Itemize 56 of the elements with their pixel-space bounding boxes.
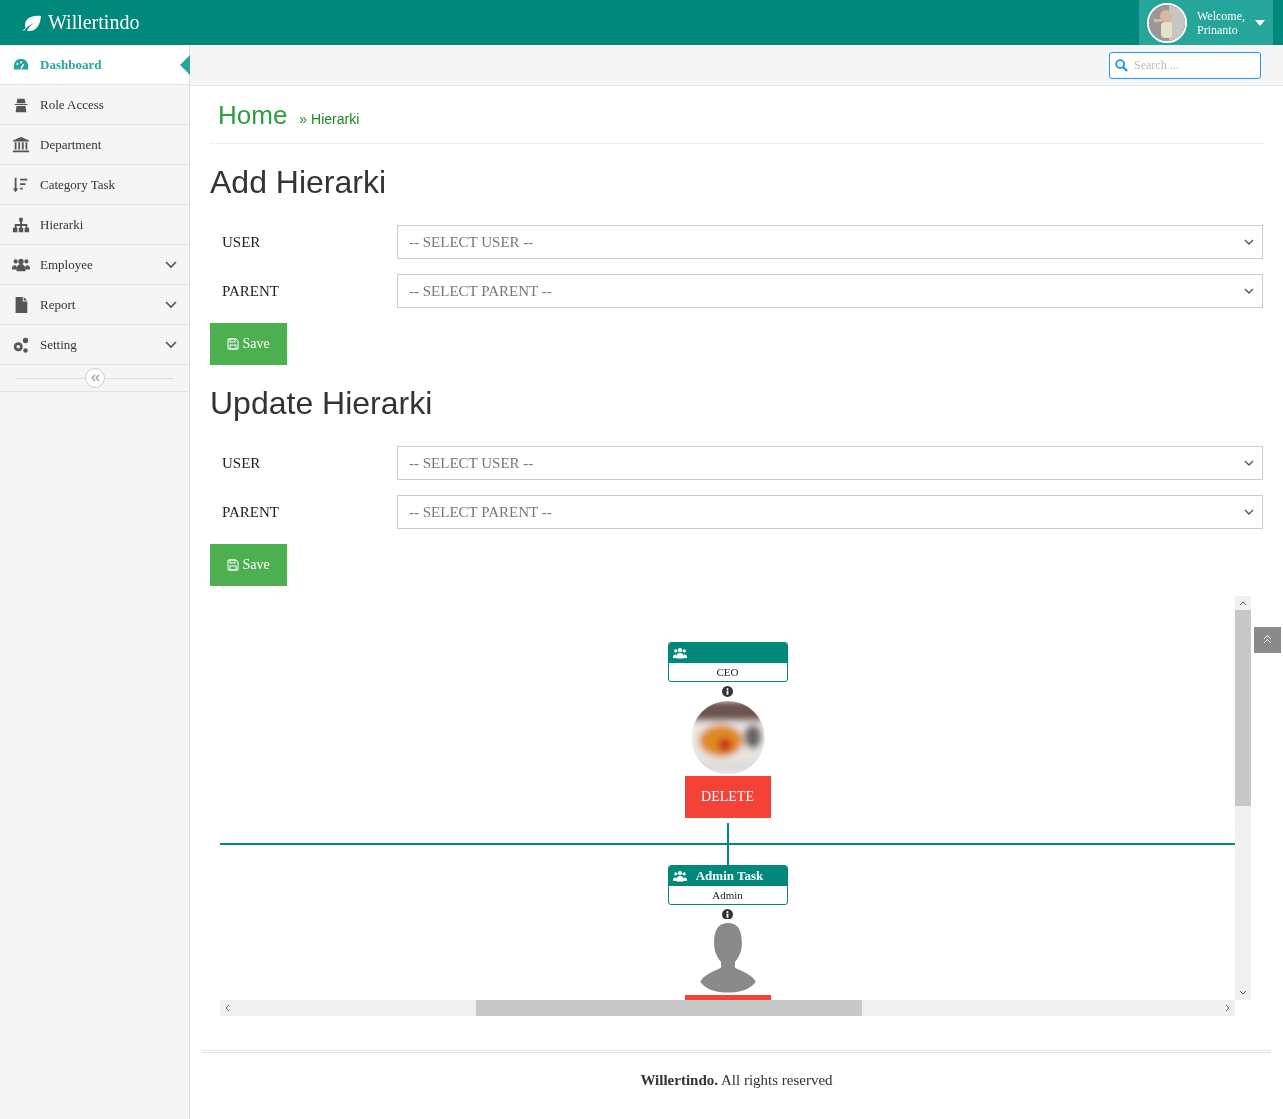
floppy-icon bbox=[227, 559, 240, 571]
field-label: PARENT bbox=[221, 282, 280, 300]
delete-button[interactable]: DELETE bbox=[684, 776, 771, 818]
chevron-down-icon bbox=[165, 260, 177, 269]
info-icon[interactable] bbox=[722, 685, 733, 697]
gears-icon bbox=[12, 335, 30, 354]
bank-icon bbox=[12, 135, 30, 154]
sidebar-item[interactable]: Report bbox=[0, 285, 189, 325]
search-field[interactable]: Search ... bbox=[1109, 51, 1261, 79]
chevron-down-icon bbox=[165, 300, 177, 309]
brand-name: Willertindo bbox=[48, 11, 140, 34]
chevron-down-icon bbox=[1244, 288, 1254, 294]
user-menu[interactable]: Welcome, Prinanto bbox=[1139, 0, 1273, 45]
breadcrumb-current: » Hierarki bbox=[299, 111, 360, 127]
node-role: Admin bbox=[711, 887, 744, 903]
sidebar-item[interactable]: Employee bbox=[0, 245, 189, 285]
sidebar-item[interactable]: Category Task bbox=[0, 165, 189, 205]
users-icon bbox=[672, 869, 687, 882]
sidebar-item[interactable]: Department bbox=[0, 125, 189, 165]
select-field[interactable]: -- SELECT USER -- bbox=[397, 225, 1263, 259]
users-icon bbox=[672, 647, 687, 659]
double-chevron-left-icon bbox=[89, 374, 100, 382]
section-heading: Update Hierarki bbox=[210, 385, 434, 422]
select-field[interactable]: -- SELECT USER -- bbox=[397, 446, 1263, 480]
node-role: CEO bbox=[715, 665, 740, 680]
search-icon bbox=[1115, 58, 1128, 72]
field-label: PARENT bbox=[221, 503, 280, 521]
chevron-down-icon bbox=[1244, 460, 1254, 466]
sidebar-item[interactable]: Hierarki bbox=[0, 205, 189, 245]
breadcrumb-home-link[interactable]: Home bbox=[218, 100, 288, 131]
sitemap-icon bbox=[12, 215, 30, 234]
caret-down-icon bbox=[1255, 19, 1265, 26]
collapse-sidebar-button[interactable] bbox=[84, 368, 105, 388]
info-icon[interactable] bbox=[722, 908, 733, 920]
sort-icon bbox=[12, 175, 30, 194]
select-field[interactable]: -- SELECT PARENT -- bbox=[397, 274, 1263, 308]
leaf-icon bbox=[22, 14, 42, 31]
chevron-down-icon bbox=[1244, 509, 1254, 515]
field-label: USER bbox=[221, 233, 262, 251]
floppy-icon bbox=[227, 338, 240, 350]
person-silhouette-icon bbox=[699, 923, 756, 993]
chevron-down-icon bbox=[165, 340, 177, 349]
sidebar-item[interactable]: Dashboard bbox=[0, 45, 189, 85]
section-heading: Add Hierarki bbox=[210, 164, 388, 201]
save-button[interactable]: Save bbox=[210, 323, 287, 365]
welcome-text: Welcome, Prinanto bbox=[1197, 8, 1245, 37]
sidebar-item[interactable]: Setting bbox=[0, 325, 189, 365]
field-label: USER bbox=[221, 454, 262, 472]
chevron-down-icon bbox=[1244, 239, 1254, 245]
horizontal-scrollbar[interactable] bbox=[220, 1000, 1235, 1016]
footer-text: Willertindo. All rights reserved bbox=[640, 1072, 833, 1089]
sidebar-item[interactable]: Role Access bbox=[0, 85, 189, 125]
node-title: Admin Task bbox=[694, 867, 765, 884]
select-field[interactable]: -- SELECT PARENT -- bbox=[397, 495, 1263, 529]
vertical-scrollbar[interactable] bbox=[1235, 596, 1251, 1000]
save-button[interactable]: Save bbox=[210, 544, 287, 586]
